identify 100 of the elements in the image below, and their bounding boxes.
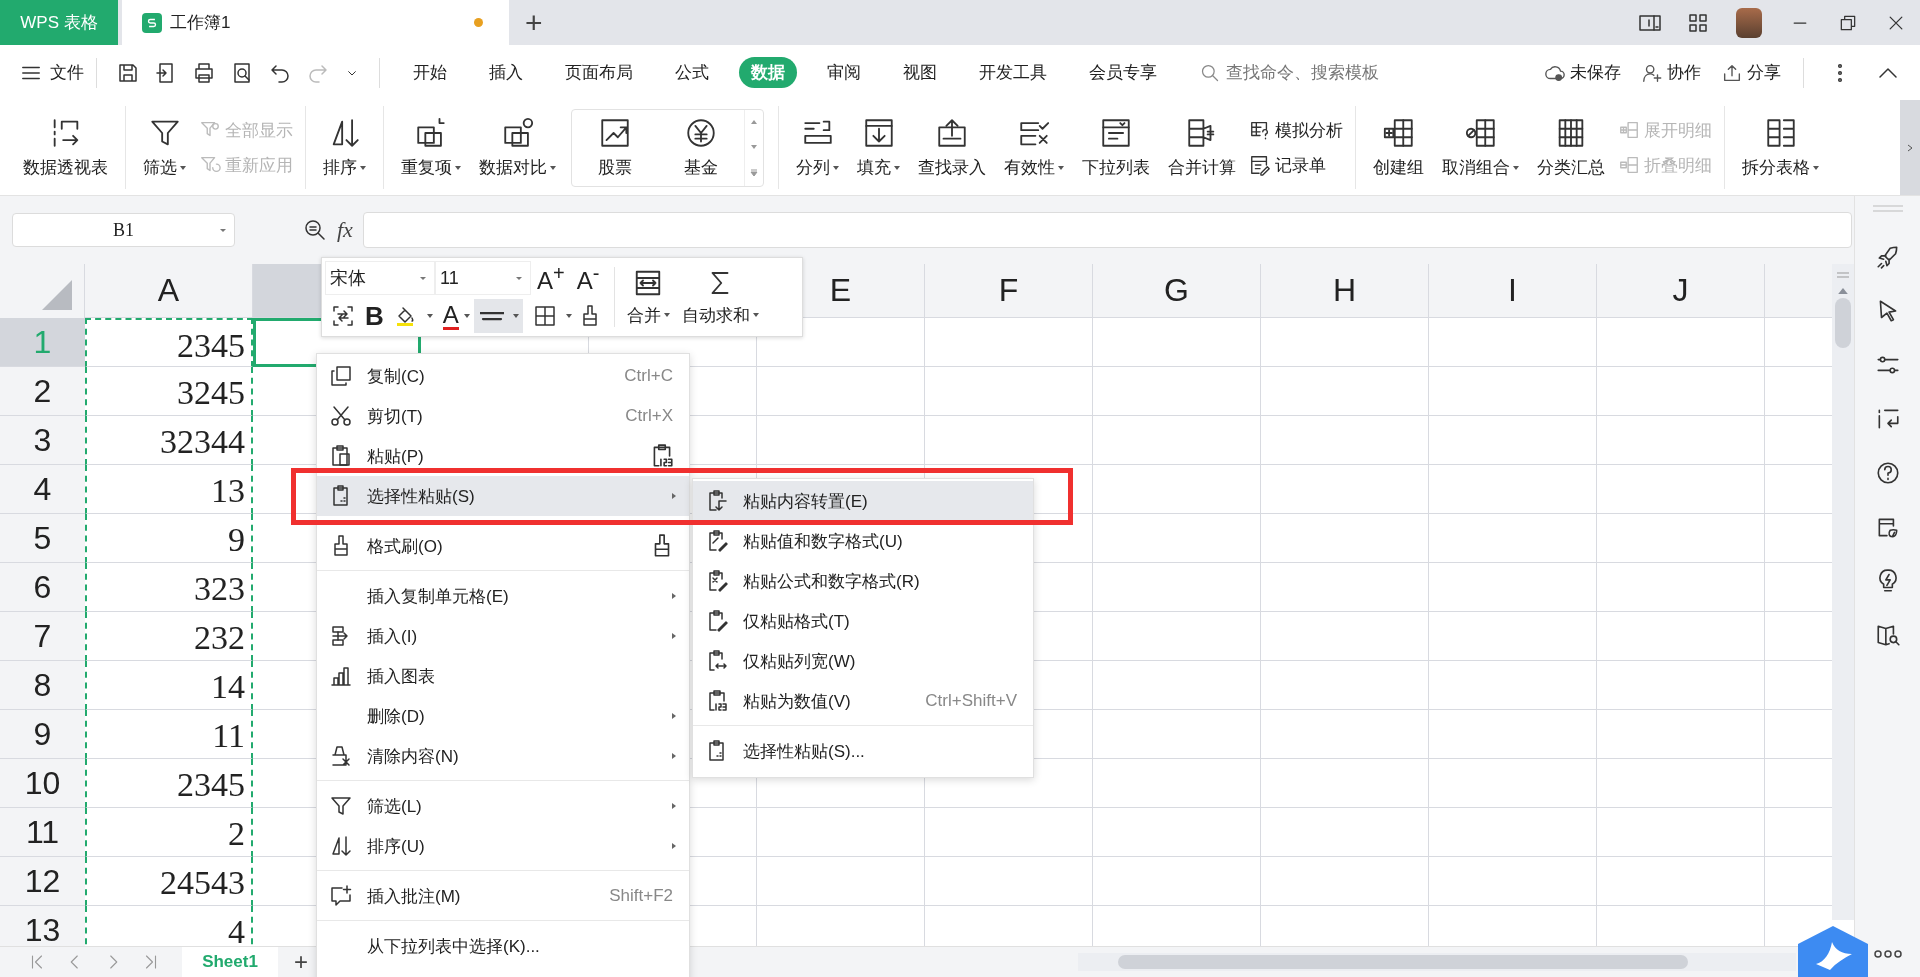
- ribbon-tab[interactable]: 视图: [891, 57, 949, 88]
- column-header[interactable]: J: [1597, 264, 1765, 318]
- function-button[interactable]: fx: [337, 217, 353, 243]
- font-size-select[interactable]: 11: [435, 261, 531, 295]
- menu-item[interactable]: 仅粘贴列宽(W): [693, 641, 1033, 681]
- ribbon-tab[interactable]: 开发工具: [967, 57, 1059, 88]
- ribbon-button[interactable]: 分列: [787, 112, 848, 183]
- ribbon-button[interactable]: 取消组合: [1433, 112, 1528, 183]
- ribbon-button[interactable]: 有效性: [995, 112, 1073, 183]
- row-header[interactable]: 7: [0, 612, 85, 661]
- ribbon-button[interactable]: 股票: [572, 112, 658, 183]
- row-header[interactable]: 4: [0, 465, 85, 514]
- ribbon-button[interactable]: 重复项: [392, 112, 470, 183]
- row-header[interactable]: 11: [0, 808, 85, 857]
- ribbon-tab[interactable]: 插入: [477, 57, 535, 88]
- menu-item[interactable]: 粘贴值和数字格式(U): [693, 521, 1033, 561]
- menu-item[interactable]: 剪切(T) Ctrl+X: [317, 396, 689, 436]
- toolbar-action[interactable]: 未保存: [1544, 61, 1621, 84]
- decrease-font-button[interactable]: A$^{-}$: [576, 261, 600, 295]
- menu-item[interactable]: 选择性粘贴(S)...: [693, 731, 1033, 771]
- column-header[interactable]: G: [1093, 264, 1261, 318]
- new-tab-button[interactable]: +: [525, 7, 543, 38]
- ribbon-button[interactable]: 数据透视表: [14, 112, 117, 183]
- ribbon-button[interactable]: 基金: [658, 112, 744, 183]
- scroll-thumb[interactable]: [1118, 955, 1688, 969]
- merge-button[interactable]: 合并: [626, 267, 670, 327]
- menu-item[interactable]: 复制(C) Ctrl+C: [317, 356, 689, 396]
- ribbon-button[interactable]: 模拟分析: [1249, 118, 1343, 142]
- row-header[interactable]: 6: [0, 563, 85, 612]
- menu-item[interactable]: 粘贴为数值(V) Ctrl+Shift+V: [693, 681, 1033, 721]
- font-select[interactable]: 宋体: [325, 261, 435, 295]
- file-menu[interactable]: 文件: [20, 61, 84, 84]
- ribbon-button[interactable]: 创建组: [1364, 112, 1433, 183]
- font-color-button[interactable]: A: [442, 302, 459, 330]
- column-header[interactable]: I: [1429, 264, 1597, 318]
- ribbon-tab[interactable]: 公式: [663, 57, 721, 88]
- borders-icon[interactable]: [532, 304, 557, 328]
- grip-icon[interactable]: [1872, 204, 1903, 214]
- formula-input[interactable]: [362, 212, 1852, 248]
- ribbon-button[interactable]: 记录单: [1249, 153, 1343, 177]
- menu-item[interactable]: 排序(U): [317, 826, 689, 866]
- row-header[interactable]: 9: [0, 710, 85, 759]
- bold-button[interactable]: B: [365, 300, 384, 332]
- scroll-thumb[interactable]: [1835, 298, 1851, 348]
- menu-item[interactable]: 选择性粘贴(S): [317, 476, 689, 516]
- menu-item[interactable]: 删除(D): [317, 696, 689, 736]
- toolbar-action[interactable]: 分享: [1721, 61, 1781, 84]
- ribbon-button[interactable]: 数据对比: [470, 112, 565, 183]
- column-header[interactable]: H: [1261, 264, 1429, 318]
- menu-item[interactable]: 格式刷(O): [317, 526, 689, 566]
- menu-item[interactable]: 清除内容(N): [317, 736, 689, 776]
- ribbon-tab[interactable]: 页面布局: [553, 57, 645, 88]
- menu-item[interactable]: 插入复制单元格(E): [317, 576, 689, 616]
- ribbon-tab[interactable]: 开始: [401, 57, 459, 88]
- ribbon-button[interactable]: 排序: [314, 112, 375, 183]
- menu-item[interactable]: 插入图表: [317, 656, 689, 696]
- menu-item[interactable]: 仅粘贴格式(T): [693, 601, 1033, 641]
- row-header[interactable]: 5: [0, 514, 85, 563]
- autosum-button[interactable]: 自动求和: [681, 267, 759, 327]
- ribbon-tab[interactable]: 审阅: [815, 57, 873, 88]
- document-tab[interactable]: 工作簿1: [122, 0, 509, 45]
- menu-item[interactable]: 从下拉列表中选择(K)...: [317, 926, 689, 966]
- row-header[interactable]: 10: [0, 759, 85, 808]
- select-range-icon[interactable]: [331, 304, 355, 328]
- more-icon[interactable]: [1872, 949, 1903, 959]
- ribbon-button[interactable]: 拆分表格: [1733, 112, 1828, 183]
- add-sheet-button[interactable]: +: [290, 948, 312, 976]
- print-icon[interactable]: [192, 60, 216, 85]
- command-search[interactable]: 查找命令、搜索模板: [1200, 61, 1428, 84]
- ribbon-button[interactable]: 查找录入: [909, 112, 995, 183]
- increase-font-button[interactable]: A$^{+}$: [537, 261, 565, 295]
- menu-item[interactable]: 粘贴(P): [317, 436, 689, 476]
- expand-gallery-icon[interactable]: [749, 167, 759, 178]
- menu-item[interactable]: 筛选(L): [317, 786, 689, 826]
- menu-item[interactable]: 插入(I): [317, 616, 689, 656]
- align-button[interactable]: [473, 299, 523, 333]
- scroll-up-icon[interactable]: [1838, 288, 1848, 294]
- ribbon-button[interactable]: 筛选: [134, 112, 195, 183]
- avatar[interactable]: [1736, 7, 1762, 38]
- horizontal-scrollbar[interactable]: [1078, 953, 1796, 971]
- row-header[interactable]: 13: [0, 906, 85, 946]
- zoom-icon[interactable]: [303, 218, 327, 242]
- grip-icon[interactable]: [1837, 272, 1849, 278]
- vertical-scrollbar[interactable]: [1832, 264, 1854, 920]
- ribbon-button[interactable]: 合并计算: [1159, 112, 1245, 183]
- help-icon[interactable]: [1874, 460, 1901, 486]
- menu-item[interactable]: 插入批注(M) Shift+F2: [317, 876, 689, 916]
- row-header[interactable]: 3: [0, 416, 85, 465]
- ribbon-button[interactable]: 下拉列表: [1073, 112, 1159, 183]
- ribbon-button[interactable]: 分类汇总: [1528, 112, 1614, 183]
- menu-item[interactable]: 粘贴内容转置(E): [693, 481, 1033, 521]
- row-header[interactable]: 2: [0, 367, 85, 416]
- row-header[interactable]: 8: [0, 661, 85, 710]
- row-header[interactable]: 12: [0, 857, 85, 906]
- name-box[interactable]: B1: [12, 213, 235, 247]
- ribbon-tab[interactable]: 会员专享: [1077, 57, 1169, 88]
- ribbon-button[interactable]: 填充: [848, 112, 909, 183]
- toolbar-action[interactable]: 协作: [1641, 61, 1701, 84]
- column-header[interactable]: F: [925, 264, 1093, 318]
- menu-item[interactable]: 粘贴公式和数字格式(R): [693, 561, 1033, 601]
